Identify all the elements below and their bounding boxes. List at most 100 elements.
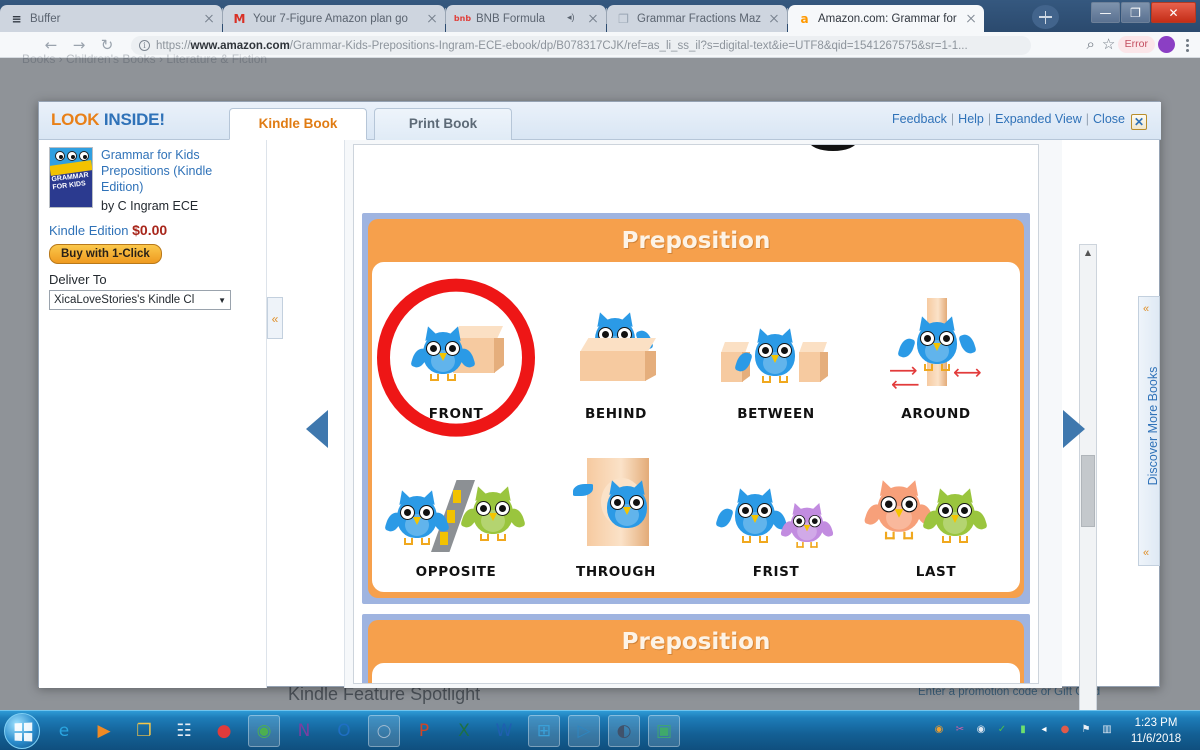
browser-tab-2[interactable]: bnb BNB Formula ◂) — [446, 5, 606, 32]
tray-volume-icon[interactable]: ◂ — [1037, 722, 1051, 736]
taskbar-penguin-app[interactable]: ◐ — [608, 715, 640, 747]
taskbar-recorder[interactable]: ● — [208, 715, 240, 747]
close-modal-icon[interactable]: ✕ — [1131, 114, 1147, 130]
rail-chevron-bottom-icon[interactable]: « — [1143, 547, 1149, 559]
taskbar-file-explorer[interactable]: ❐ — [128, 715, 160, 747]
preposition-label: BEHIND — [585, 406, 647, 422]
tab-kindle-book[interactable]: Kindle Book — [229, 108, 367, 140]
tray-scissors-icon[interactable]: ✂ — [953, 722, 967, 736]
tray-flag-icon[interactable]: ⚑ — [1079, 722, 1093, 736]
preposition-cell-front: FRONT — [376, 272, 536, 437]
taskbar-google-chrome[interactable]: ◉ — [248, 715, 280, 747]
maximize-button[interactable]: ❐ — [1121, 2, 1150, 23]
site-info-icon[interactable]: i — [139, 40, 150, 51]
taskbar-disc-app[interactable]: ○ — [368, 715, 400, 747]
tray-chrome-icon[interactable]: ◉ — [932, 722, 946, 736]
owl-icon-orange — [863, 477, 935, 540]
taskbar-media-player[interactable]: ▶ — [88, 715, 120, 747]
tab-close-icon[interactable] — [425, 12, 439, 26]
tab-strip[interactable]: ≡ Buffer M Your 7-Figure Amazon plan go bnb B… — [0, 3, 984, 32]
taskbar-onenote[interactable]: N — [288, 715, 320, 747]
taskbar-internet-explorer[interactable]: e — [48, 715, 80, 747]
taskbar-word[interactable]: W — [488, 715, 520, 747]
book-scrollbar[interactable]: ▲ ▼ — [1079, 244, 1097, 750]
avatar[interactable] — [1158, 35, 1175, 53]
tab-audio-icon[interactable]: ◂) — [567, 12, 580, 25]
minimize-button[interactable]: — — [1091, 2, 1120, 23]
owl-in-front-of-box-art — [377, 278, 535, 437]
window-controls[interactable]: — ❐ ✕ — [1091, 2, 1196, 23]
preposition-cell-opposite: OPPOSITE — [376, 430, 536, 580]
close-link[interactable]: Close — [1093, 112, 1125, 126]
expanded-view-link[interactable]: Expanded View — [995, 112, 1082, 126]
rail-chevron-top-icon[interactable]: « — [1143, 303, 1149, 315]
owl-icon — [410, 324, 476, 381]
buy-with-1-click-button[interactable]: Buy with 1-Click — [49, 244, 162, 264]
preposition-cell-through: THROUGH — [536, 430, 696, 580]
bookmark-star-icon[interactable]: ☆ — [1100, 35, 1118, 53]
preposition-label: THROUGH — [576, 564, 656, 580]
book-title[interactable]: Grammar for Kids Prepositions (Kindle Ed… — [101, 147, 256, 195]
taskbar-calculator[interactable]: ☷ — [168, 715, 200, 747]
scroll-up-icon[interactable]: ▲ — [1080, 245, 1096, 260]
tray-alert-icon[interactable]: ● — [1058, 722, 1072, 736]
book-pages-scroller[interactable]: Preposition FRONT BEHIND BETWEEN ⟶ ⟵ ⟷ A… — [353, 144, 1039, 684]
browser-tab-1[interactable]: M Your 7-Figure Amazon plan go — [223, 5, 445, 32]
chevron-down-icon: ▼ — [218, 295, 226, 305]
taskbar-excel[interactable]: X — [448, 715, 480, 747]
taskbar-powerpoint[interactable]: P — [408, 715, 440, 747]
next-page-button[interactable] — [1063, 410, 1085, 448]
start-button[interactable] — [4, 713, 40, 749]
look-inside-logo: LOOK INSIDE! — [51, 110, 165, 130]
owl-icon — [734, 326, 803, 383]
profile-error-badge[interactable]: Error — [1117, 35, 1155, 53]
look-inside-header: LOOK INSIDE! Kindle Book Print Book Feed… — [39, 102, 1161, 140]
taskbar-remote-desktop[interactable]: ▣ — [648, 715, 680, 747]
tab-title: Grammar Fractions Maze Gam — [637, 12, 761, 25]
system-tray[interactable]: ◉ ✂ ◉ ✓ ▮ ◂ ● ⚑ ▥ — [932, 722, 1114, 736]
scrollbar-thumb[interactable] — [1081, 455, 1095, 527]
taskbar-clock[interactable]: 1:23 PM 11/6/2018 — [1120, 715, 1192, 747]
tray-record-icon[interactable]: ◉ — [974, 722, 988, 736]
owl-icon — [599, 478, 655, 532]
tab-title: Amazon.com: Grammar for Kid — [818, 12, 958, 25]
browser-titlebar: ≡ Buffer M Your 7-Figure Amazon plan go bnb B… — [0, 0, 1200, 32]
zoom-icon[interactable]: ⌕ — [1082, 35, 1100, 53]
tray-check-icon[interactable]: ✓ — [995, 722, 1009, 736]
discover-more-books-rail[interactable]: « Discover More Books « — [1138, 296, 1160, 566]
tab-print-book[interactable]: Print Book — [374, 108, 512, 140]
deliver-to-label: Deliver To — [49, 272, 107, 287]
new-tab-button[interactable] — [1032, 5, 1059, 29]
gmail-icon: M — [233, 11, 246, 26]
close-window-button[interactable]: ✕ — [1151, 2, 1196, 23]
taskbar-windows-app[interactable]: ⊞ — [528, 715, 560, 747]
maximize-icon: ❐ — [1130, 6, 1141, 20]
browser-tab-4[interactable]: a Amazon.com: Grammar for Kid — [788, 5, 984, 32]
collapse-sidebar-button[interactable]: « — [267, 297, 283, 339]
book-viewport[interactable]: Preposition FRONT BEHIND BETWEEN ⟶ ⟵ ⟷ A… — [344, 140, 1062, 688]
browser-tab-3[interactable]: ❐ Grammar Fractions Maze Gam — [607, 5, 787, 32]
kebab-menu-icon[interactable] — [1180, 36, 1194, 53]
preposition-cell-frist: FRIST — [696, 430, 856, 580]
tab-close-icon[interactable] — [202, 12, 216, 26]
logo-inside-text: INSIDE! — [103, 110, 165, 129]
tray-battery-icon[interactable]: ▮ — [1016, 722, 1030, 736]
help-link[interactable]: Help — [958, 112, 984, 126]
minimize-icon: — — [1099, 6, 1112, 20]
taskbar-video-app[interactable]: ▷ — [568, 715, 600, 747]
taskbar-outlook[interactable]: O — [328, 715, 360, 747]
tray-network-icon[interactable]: ▥ — [1100, 722, 1114, 736]
owl-icon-blue — [384, 488, 450, 545]
feedback-link[interactable]: Feedback — [892, 112, 947, 126]
tab-close-icon[interactable] — [586, 12, 600, 26]
book-cover-thumbnail[interactable]: GRAMMAR FOR KIDS — [49, 147, 93, 208]
tab-close-icon[interactable] — [767, 12, 781, 26]
tab-close-icon[interactable] — [964, 12, 978, 26]
previous-page-button[interactable] — [306, 410, 328, 448]
document-icon: ❐ — [618, 11, 629, 26]
owl-icon-blue — [715, 486, 788, 543]
deliver-to-select[interactable]: XicaLoveStories's Kindle Cl ▼ — [49, 290, 231, 310]
owl-icon-purple — [780, 501, 834, 548]
discover-more-books-label: Discover More Books — [1146, 366, 1160, 486]
browser-tab-0[interactable]: ≡ Buffer — [0, 5, 222, 32]
